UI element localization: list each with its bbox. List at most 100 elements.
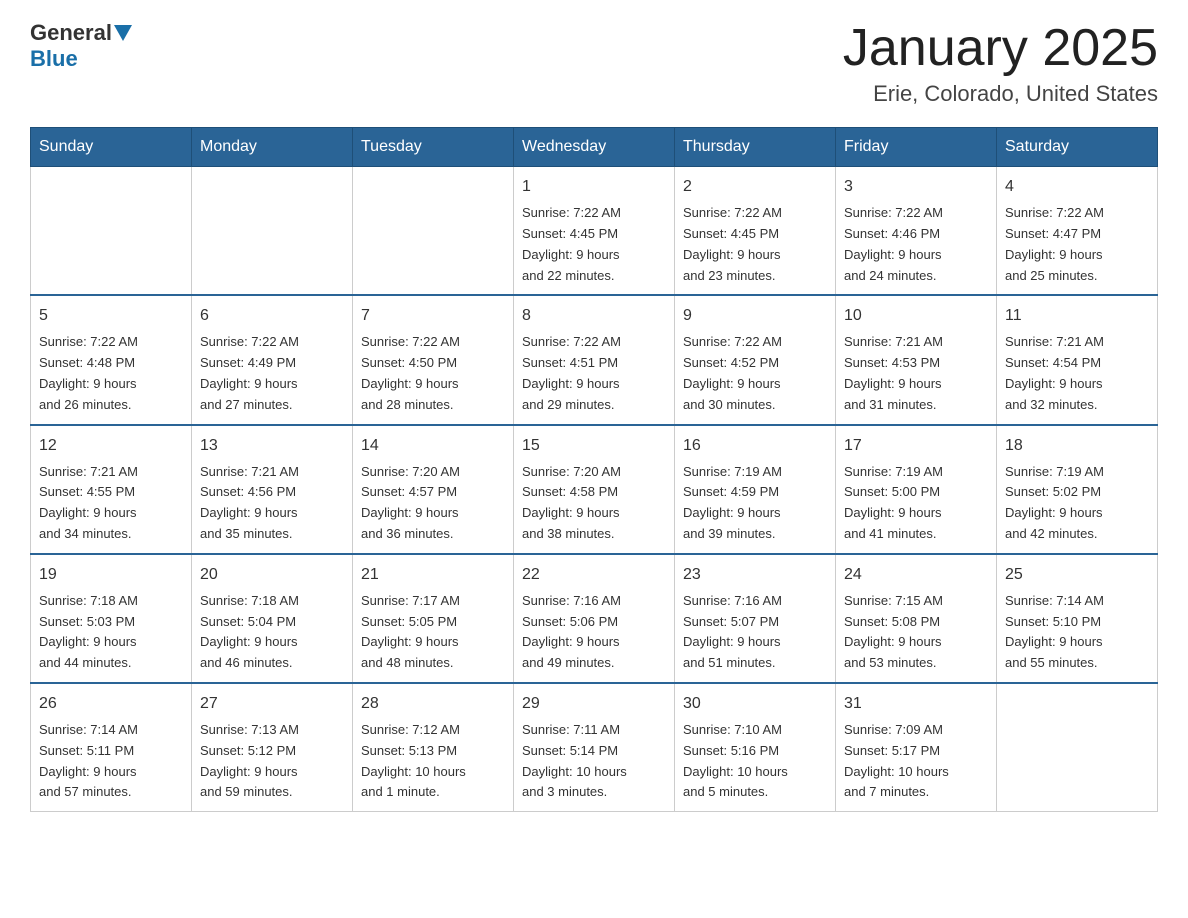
day-info: Sunrise: 7:18 AMSunset: 5:04 PMDaylight:…	[200, 591, 344, 674]
day-number: 2	[683, 175, 827, 199]
day-info: Sunrise: 7:10 AMSunset: 5:16 PMDaylight:…	[683, 720, 827, 803]
calendar-header-wednesday: Wednesday	[514, 128, 675, 167]
day-number: 21	[361, 563, 505, 587]
day-number: 16	[683, 434, 827, 458]
day-number: 9	[683, 304, 827, 328]
calendar-cell: 21 Sunrise: 7:17 AMSunset: 5:05 PMDayligh…	[353, 554, 514, 683]
day-number: 24	[844, 563, 988, 587]
day-info: Sunrise: 7:22 AMSunset: 4:50 PMDaylight:…	[361, 332, 505, 415]
calendar-week-row: 19 Sunrise: 7:18 AMSunset: 5:03 PMDayligh…	[31, 554, 1158, 683]
calendar-cell: 27 Sunrise: 7:13 AMSunset: 5:12 PMDayligh…	[192, 683, 353, 812]
day-number: 12	[39, 434, 183, 458]
month-title: January 2025	[843, 20, 1158, 77]
day-info: Sunrise: 7:19 AMSunset: 4:59 PMDaylight:…	[683, 462, 827, 545]
day-number: 19	[39, 563, 183, 587]
calendar-header-thursday: Thursday	[675, 128, 836, 167]
day-info: Sunrise: 7:22 AMSunset: 4:52 PMDaylight:…	[683, 332, 827, 415]
day-info: Sunrise: 7:21 AMSunset: 4:56 PMDaylight:…	[200, 462, 344, 545]
day-info: Sunrise: 7:15 AMSunset: 5:08 PMDaylight:…	[844, 591, 988, 674]
day-number: 18	[1005, 434, 1149, 458]
calendar-cell: 24 Sunrise: 7:15 AMSunset: 5:08 PMDayligh…	[836, 554, 997, 683]
day-number: 15	[522, 434, 666, 458]
day-info: Sunrise: 7:17 AMSunset: 5:05 PMDaylight:…	[361, 591, 505, 674]
day-number: 3	[844, 175, 988, 199]
calendar-cell: 29 Sunrise: 7:11 AMSunset: 5:14 PMDayligh…	[514, 683, 675, 812]
calendar-week-row: 12 Sunrise: 7:21 AMSunset: 4:55 PMDayligh…	[31, 425, 1158, 554]
calendar-cell: 15 Sunrise: 7:20 AMSunset: 4:58 PMDayligh…	[514, 425, 675, 554]
calendar-cell: 1 Sunrise: 7:22 AMSunset: 4:45 PMDaylight…	[514, 167, 675, 296]
day-number: 13	[200, 434, 344, 458]
day-number: 25	[1005, 563, 1149, 587]
day-info: Sunrise: 7:22 AMSunset: 4:45 PMDaylight:…	[522, 203, 666, 286]
day-info: Sunrise: 7:16 AMSunset: 5:07 PMDaylight:…	[683, 591, 827, 674]
day-number: 20	[200, 563, 344, 587]
day-number: 5	[39, 304, 183, 328]
calendar-cell	[997, 683, 1158, 812]
day-info: Sunrise: 7:22 AMSunset: 4:45 PMDaylight:…	[683, 203, 827, 286]
day-number: 27	[200, 692, 344, 716]
day-info: Sunrise: 7:21 AMSunset: 4:55 PMDaylight:…	[39, 462, 183, 545]
day-number: 11	[1005, 304, 1149, 328]
calendar-table: SundayMondayTuesdayWednesdayThursdayFrid…	[30, 127, 1158, 812]
day-info: Sunrise: 7:12 AMSunset: 5:13 PMDaylight:…	[361, 720, 505, 803]
day-info: Sunrise: 7:11 AMSunset: 5:14 PMDaylight:…	[522, 720, 666, 803]
day-info: Sunrise: 7:18 AMSunset: 5:03 PMDaylight:…	[39, 591, 183, 674]
day-info: Sunrise: 7:22 AMSunset: 4:49 PMDaylight:…	[200, 332, 344, 415]
day-info: Sunrise: 7:14 AMSunset: 5:11 PMDaylight:…	[39, 720, 183, 803]
calendar-cell: 30 Sunrise: 7:10 AMSunset: 5:16 PMDayligh…	[675, 683, 836, 812]
calendar-cell: 23 Sunrise: 7:16 AMSunset: 5:07 PMDayligh…	[675, 554, 836, 683]
calendar-cell	[353, 167, 514, 296]
day-info: Sunrise: 7:20 AMSunset: 4:57 PMDaylight:…	[361, 462, 505, 545]
calendar-cell: 16 Sunrise: 7:19 AMSunset: 4:59 PMDayligh…	[675, 425, 836, 554]
day-info: Sunrise: 7:09 AMSunset: 5:17 PMDaylight:…	[844, 720, 988, 803]
calendar-cell: 9 Sunrise: 7:22 AMSunset: 4:52 PMDaylight…	[675, 295, 836, 424]
day-number: 23	[683, 563, 827, 587]
day-number: 29	[522, 692, 666, 716]
calendar-cell: 25 Sunrise: 7:14 AMSunset: 5:10 PMDayligh…	[997, 554, 1158, 683]
logo-blue-text: Blue	[30, 46, 78, 71]
calendar-cell: 2 Sunrise: 7:22 AMSunset: 4:45 PMDaylight…	[675, 167, 836, 296]
page-header: General Blue January 2025 Erie, Colorado…	[30, 20, 1158, 107]
day-number: 14	[361, 434, 505, 458]
calendar-cell: 7 Sunrise: 7:22 AMSunset: 4:50 PMDaylight…	[353, 295, 514, 424]
calendar-cell: 20 Sunrise: 7:18 AMSunset: 5:04 PMDayligh…	[192, 554, 353, 683]
calendar-cell: 26 Sunrise: 7:14 AMSunset: 5:11 PMDayligh…	[31, 683, 192, 812]
day-number: 31	[844, 692, 988, 716]
day-info: Sunrise: 7:20 AMSunset: 4:58 PMDaylight:…	[522, 462, 666, 545]
day-number: 7	[361, 304, 505, 328]
logo: General Blue	[30, 20, 132, 72]
day-info: Sunrise: 7:22 AMSunset: 4:46 PMDaylight:…	[844, 203, 988, 286]
day-number: 1	[522, 175, 666, 199]
calendar-cell: 18 Sunrise: 7:19 AMSunset: 5:02 PMDayligh…	[997, 425, 1158, 554]
calendar-cell: 3 Sunrise: 7:22 AMSunset: 4:46 PMDaylight…	[836, 167, 997, 296]
day-number: 30	[683, 692, 827, 716]
calendar-header-tuesday: Tuesday	[353, 128, 514, 167]
calendar-week-row: 5Sunrise: 7:22 AMSunset: 4:48 PMDaylight…	[31, 295, 1158, 424]
day-number: 22	[522, 563, 666, 587]
day-info: Sunrise: 7:13 AMSunset: 5:12 PMDaylight:…	[200, 720, 344, 803]
calendar-cell: 10Sunrise: 7:21 AMSunset: 4:53 PMDayligh…	[836, 295, 997, 424]
title-section: January 2025 Erie, Colorado, United Stat…	[843, 20, 1158, 107]
day-info: Sunrise: 7:19 AMSunset: 5:02 PMDaylight:…	[1005, 462, 1149, 545]
calendar-week-row: 1 Sunrise: 7:22 AMSunset: 4:45 PMDaylight…	[31, 167, 1158, 296]
logo-arrow-icon	[114, 25, 132, 43]
calendar-cell	[31, 167, 192, 296]
calendar-header-sunday: Sunday	[31, 128, 192, 167]
day-info: Sunrise: 7:22 AMSunset: 4:47 PMDaylight:…	[1005, 203, 1149, 286]
logo-general-text: General	[30, 20, 112, 46]
calendar-week-row: 26 Sunrise: 7:14 AMSunset: 5:11 PMDayligh…	[31, 683, 1158, 812]
day-number: 17	[844, 434, 988, 458]
calendar-header-row: SundayMondayTuesdayWednesdayThursdayFrid…	[31, 128, 1158, 167]
calendar-cell: 31 Sunrise: 7:09 AMSunset: 5:17 PMDayligh…	[836, 683, 997, 812]
day-info: Sunrise: 7:14 AMSunset: 5:10 PMDaylight:…	[1005, 591, 1149, 674]
calendar-cell: 28Sunrise: 7:12 AMSunset: 5:13 PMDayligh…	[353, 683, 514, 812]
location-subtitle: Erie, Colorado, United States	[843, 81, 1158, 107]
calendar-cell: 13 Sunrise: 7:21 AMSunset: 4:56 PMDayligh…	[192, 425, 353, 554]
calendar-cell: 19 Sunrise: 7:18 AMSunset: 5:03 PMDayligh…	[31, 554, 192, 683]
day-number: 10	[844, 304, 988, 328]
day-number: 4	[1005, 175, 1149, 199]
calendar-header-monday: Monday	[192, 128, 353, 167]
calendar-cell: 22Sunrise: 7:16 AMSunset: 5:06 PMDayligh…	[514, 554, 675, 683]
day-number: 26	[39, 692, 183, 716]
calendar-cell: 5Sunrise: 7:22 AMSunset: 4:48 PMDaylight…	[31, 295, 192, 424]
